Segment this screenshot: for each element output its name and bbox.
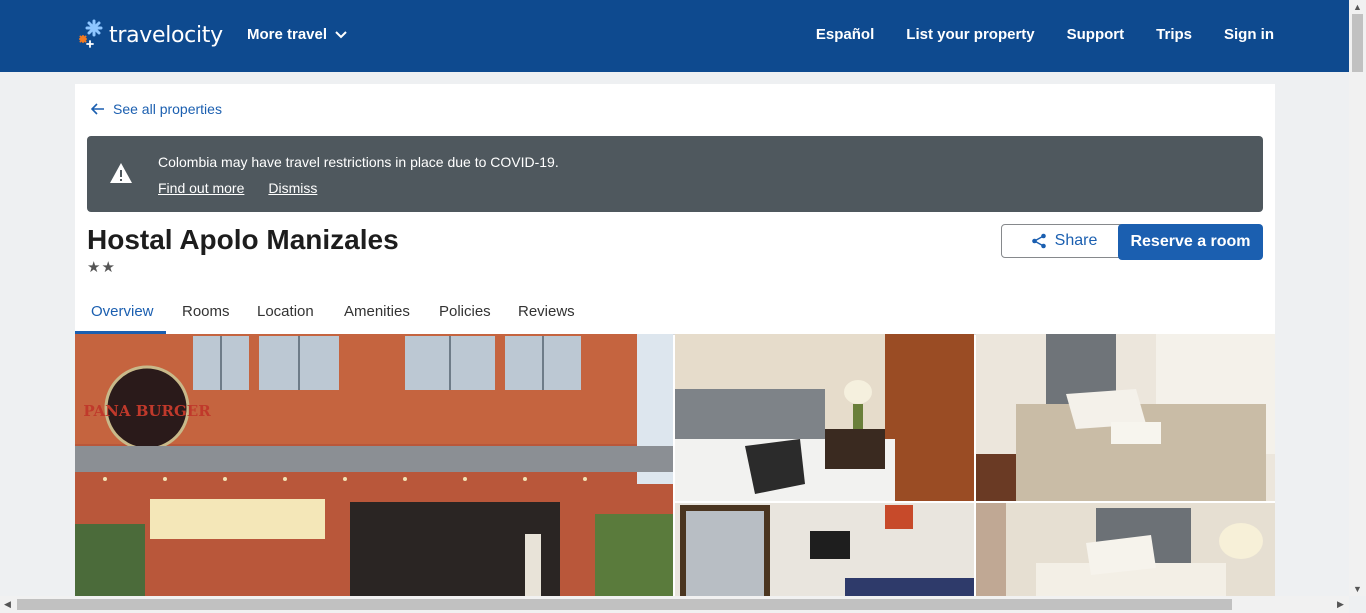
room-2-photo-image xyxy=(976,334,1275,501)
gallery-photo-exterior[interactable]: PANA BURGER xyxy=(75,334,673,604)
share-button[interactable]: Share xyxy=(1001,224,1127,258)
property-card: See all properties Colombia may have tra… xyxy=(75,84,1275,604)
pana-burger-sign: PANA BURGER xyxy=(83,402,211,420)
arrow-left-icon xyxy=(91,103,104,115)
room-4-photo-image xyxy=(976,503,1275,604)
find-out-more-link[interactable]: Find out more xyxy=(158,180,244,196)
scroll-up-arrow-icon[interactable]: ▲ xyxy=(1353,2,1362,12)
vertical-scrollbar[interactable]: ▲ ▼ xyxy=(1349,0,1366,596)
gallery-photo-room-1[interactable] xyxy=(675,334,974,501)
logo-text: travelocity xyxy=(109,22,223,48)
horizontal-scroll-thumb[interactable] xyxy=(17,599,1232,610)
alert-links: Find out more Dismiss xyxy=(158,180,317,196)
see-all-properties-label: See all properties xyxy=(113,101,222,117)
tab-policies[interactable]: Policies xyxy=(439,303,491,320)
nav-trips[interactable]: Trips xyxy=(1156,26,1192,43)
more-travel-menu[interactable]: More travel xyxy=(247,26,347,43)
more-travel-label: More travel xyxy=(247,26,328,43)
share-icon xyxy=(1031,233,1046,249)
property-title: Hostal Apolo Manizales xyxy=(87,224,399,255)
nav-support[interactable]: Support xyxy=(1067,26,1125,43)
chevron-down-icon xyxy=(335,30,347,38)
photo-gallery: PANA BURGER xyxy=(75,334,1275,604)
gallery-photo-room-4[interactable] xyxy=(976,503,1275,604)
nav-list-your-property[interactable]: List your property xyxy=(906,26,1034,43)
tab-amenities[interactable]: Amenities xyxy=(344,303,410,320)
header-nav: Español List your property Support Trips… xyxy=(816,26,1274,43)
tab-reviews[interactable]: Reviews xyxy=(518,303,575,320)
nav-sign-in[interactable]: Sign in xyxy=(1224,26,1274,43)
scroll-left-arrow-icon[interactable]: ◀ xyxy=(4,599,11,610)
room-1-photo-image xyxy=(675,334,974,501)
travelocity-logo[interactable]: travelocity xyxy=(75,18,223,52)
gallery-photo-room-2[interactable] xyxy=(976,334,1275,501)
gallery-photo-room-3[interactable] xyxy=(675,503,974,604)
property-tabs: Overview Rooms Location Amenities Polici… xyxy=(75,294,1275,335)
see-all-properties-link[interactable]: See all properties xyxy=(91,101,222,117)
share-label: Share xyxy=(1054,232,1098,249)
room-3-photo-image xyxy=(675,503,974,604)
vertical-scroll-thumb[interactable] xyxy=(1352,14,1363,72)
horizontal-scrollbar[interactable]: ◀ ▶ xyxy=(0,596,1349,613)
scroll-down-arrow-icon[interactable]: ▼ xyxy=(1353,584,1362,594)
tab-overview[interactable]: Overview xyxy=(91,303,154,320)
logo-star-icon xyxy=(79,19,103,48)
star-rating: ★★ xyxy=(87,259,116,276)
top-navigation-bar: travelocity More travel Español List you… xyxy=(0,0,1349,72)
dismiss-link[interactable]: Dismiss xyxy=(268,180,317,196)
tab-location[interactable]: Location xyxy=(257,303,314,320)
warning-icon xyxy=(110,163,132,183)
reserve-room-button[interactable]: Reserve a room xyxy=(1118,224,1263,260)
alert-message: Colombia may have travel restrictions in… xyxy=(158,154,559,170)
scroll-right-arrow-icon[interactable]: ▶ xyxy=(1337,599,1344,610)
exterior-photo-image: PANA BURGER xyxy=(75,334,673,604)
covid-alert-banner: Colombia may have travel restrictions in… xyxy=(87,136,1263,212)
tab-rooms[interactable]: Rooms xyxy=(182,303,230,320)
nav-espanol[interactable]: Español xyxy=(816,26,874,43)
